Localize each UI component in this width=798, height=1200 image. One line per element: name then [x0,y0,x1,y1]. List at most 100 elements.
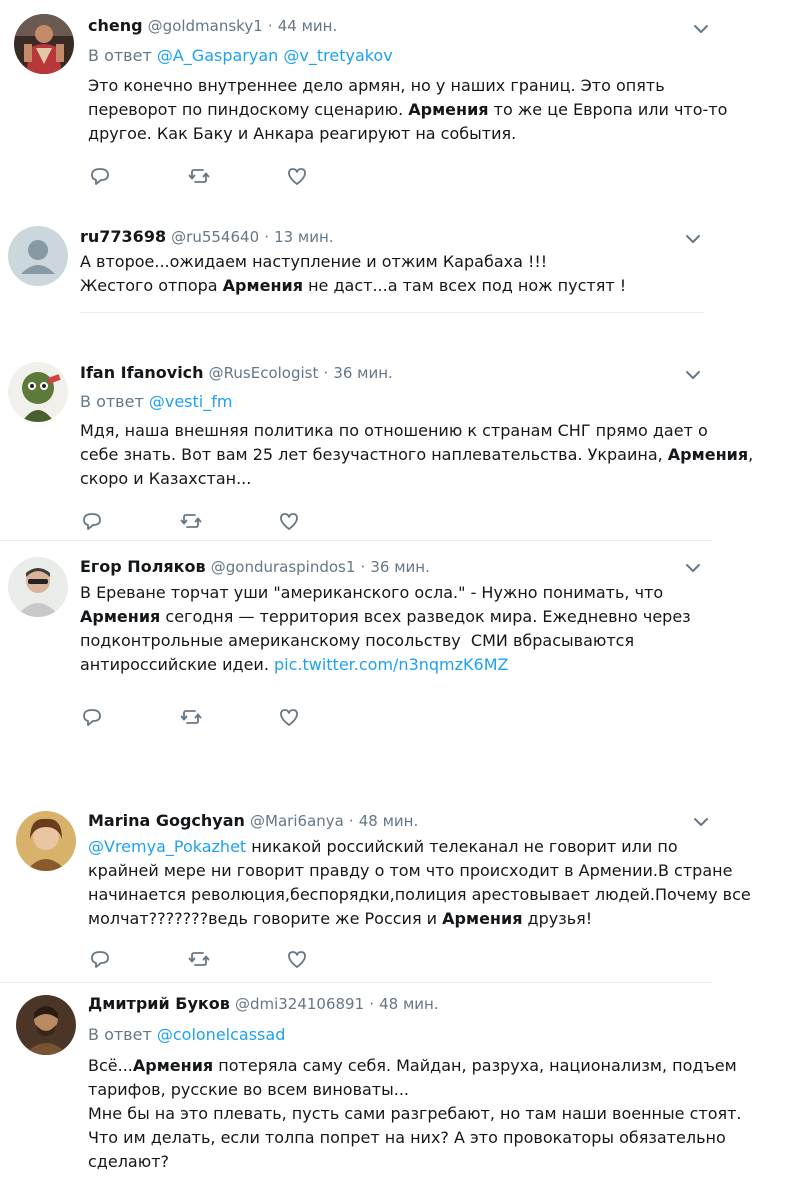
text-segment: сделают? [88,1152,170,1171]
user-handle[interactable]: @dmi324106891 [235,995,364,1013]
timestamp[interactable]: 48 мин. [379,995,439,1013]
retweet-icon[interactable] [187,947,211,971]
highlighted-keyword: Армения [408,100,489,119]
text-segment: Всё... [88,1056,133,1075]
reply-icon[interactable] [88,947,112,971]
like-icon[interactable] [277,509,301,533]
separator-dot: · [323,364,329,382]
inline-link[interactable]: pic.twitter.com/n3nqmzK6MZ [274,655,508,674]
chevron-down-icon[interactable] [690,18,712,40]
reply-to-link[interactable]: @A_Gasparyan [157,46,278,65]
default-avatar-image [8,226,68,286]
tweet-text-line: крайней мере ни говорит правду о том что… [88,859,751,883]
text-segment: сегодня — территория всех разведок мира.… [160,607,691,626]
tweet-text-line: Армения сегодня — территория всех развед… [80,605,691,629]
avatar[interactable] [8,362,68,422]
text-segment: не даст...а там всех под нож пустят ! [302,276,627,295]
text-segment: друзья! [522,909,593,928]
tweet-text: Всё...Армения потеряла саму себя. Майдан… [88,1054,742,1174]
avatar-image [8,362,68,422]
chevron-down-icon[interactable] [682,228,704,250]
text-segment: Это конечно внутреннее дело армян, но у … [88,76,665,95]
tweet-text-line: Жестого отпора Армения не даст...а там в… [80,274,626,298]
text-segment: подконтрольные американскому посольству … [80,631,635,650]
reply-to-link[interactable]: @colonelcassad [157,1025,285,1044]
avatar[interactable] [16,811,76,871]
retweet-icon[interactable] [179,705,203,729]
tweet: ru773698 @ru554640 · 13 мин. А второе...… [0,200,720,325]
timestamp[interactable]: 13 мин. [274,228,334,246]
avatar-image [14,14,74,74]
separator-dot: · [267,17,273,35]
separator-dot: · [348,812,354,830]
tweet: Дмитрий Буков @dmi324106891 · 48 мин. В … [0,983,742,1200]
timestamp[interactable]: 48 мин. [359,812,419,830]
reply-to-link[interactable]: @vesti_fm [149,392,233,411]
tweet: Ifan Ifanovich @RusEcologist · 36 мин. В… [0,340,753,541]
text-segment: потеряла саму себя. Майдан, разруха, нац… [213,1056,737,1075]
display-name[interactable]: Егор Поляков [80,557,206,576]
tweet-text-line: Что им делать, если толпа попрет на них?… [88,1126,742,1150]
text-segment: крайней мере ни говорит правду о том что… [88,861,733,880]
display-name[interactable]: Дмитрий Буков [88,994,230,1013]
tweet-text-line: антироссийские идеи. pic.twitter.com/n3n… [80,653,691,677]
reply-icon[interactable] [88,164,112,188]
tweet-text-line: Это конечно внутреннее дело армян, но у … [88,74,727,98]
tweet-text-line: молчат???????ведь говорите же Россия и А… [88,907,751,931]
text-segment: А второе...ожидаем наступление и отжим К… [80,252,548,271]
tweet-text: А второе...ожидаем наступление и отжим К… [80,250,626,298]
tweet-text: Мдя, наша внешняя политика по отношению … [80,419,753,491]
reply-to-link[interactable]: @v_tretyakov [283,46,392,65]
display-name[interactable]: ru773698 [80,227,166,246]
tweet-text-line: переворот по пиндоскому сценарию. Армени… [88,98,727,122]
retweet-icon[interactable] [179,509,203,533]
tweet-text-line: В Ереване торчат уши "американского осла… [80,581,691,605]
tweet-text-line: себе знать. Вот вам 25 лет безучастного … [80,443,753,467]
chevron-down-icon[interactable] [682,364,704,386]
text-segment: , [748,445,754,464]
divider [80,312,704,313]
inline-link[interactable]: @Vremya_Pokazhet [88,837,246,856]
user-handle[interactable]: @ru554640 [171,228,259,246]
timestamp[interactable]: 36 мин. [370,558,430,576]
tweet-text-line: @Vremya_Pokazhet никакой российский теле… [88,835,751,859]
tweet-text-line: Мне бы на это плевать, пусть сами разгре… [88,1102,742,1126]
user-handle[interactable]: @Mari6anya [250,812,344,830]
reply-icon[interactable] [80,509,104,533]
text-segment: никакой российский телеканал не говорит … [246,837,678,856]
avatar[interactable] [16,995,76,1055]
avatar[interactable] [8,226,68,286]
user-handle[interactable]: @gonduraspindos1 [211,558,356,576]
highlighted-keyword: Армения [442,909,523,928]
tweet-text: @Vremya_Pokazhet никакой российский теле… [88,835,751,931]
separator-dot: · [369,995,375,1013]
display-name[interactable]: cheng [88,16,143,35]
retweet-icon[interactable] [187,164,211,188]
user-handle[interactable]: @RusEcologist [209,364,319,382]
text-segment: то же це Европа или что-то [488,100,728,119]
tweet: Егор Поляков @gonduraspindos1 · 36 мин. … [0,541,720,761]
chevron-down-icon[interactable] [690,811,712,833]
timestamp[interactable]: 36 мин. [333,364,393,382]
tweet-text-line: А второе...ожидаем наступление и отжим К… [80,250,626,274]
user-handle[interactable]: @goldmansky1 [148,17,263,35]
text-segment: переворот по пиндоскому сценарию. [88,100,409,119]
highlighted-keyword: Армения [222,276,303,295]
timestamp[interactable]: 44 мин. [278,17,338,35]
avatar[interactable] [14,14,74,74]
avatar-image [8,557,68,617]
display-name[interactable]: Ifan Ifanovich [80,363,204,382]
avatar[interactable] [8,557,68,617]
text-segment: Что им делать, если толпа попрет на них?… [88,1128,726,1147]
tweet-text-line: Мдя, наша внешняя политика по отношению … [80,419,753,443]
like-icon[interactable] [285,164,309,188]
display-name[interactable]: Marina Gogchyan [88,811,245,830]
chevron-down-icon[interactable] [682,557,704,579]
tweet-text-line: скоро и Казахстан... [80,467,753,491]
tweet-text-line: подконтрольные американскому посольству … [80,629,691,653]
reply-icon[interactable] [80,705,104,729]
like-icon[interactable] [277,705,301,729]
text-segment: Мне бы на это плевать, пусть сами разгре… [88,1104,742,1123]
reply-prefix: В ответ [80,392,144,411]
like-icon[interactable] [285,947,309,971]
